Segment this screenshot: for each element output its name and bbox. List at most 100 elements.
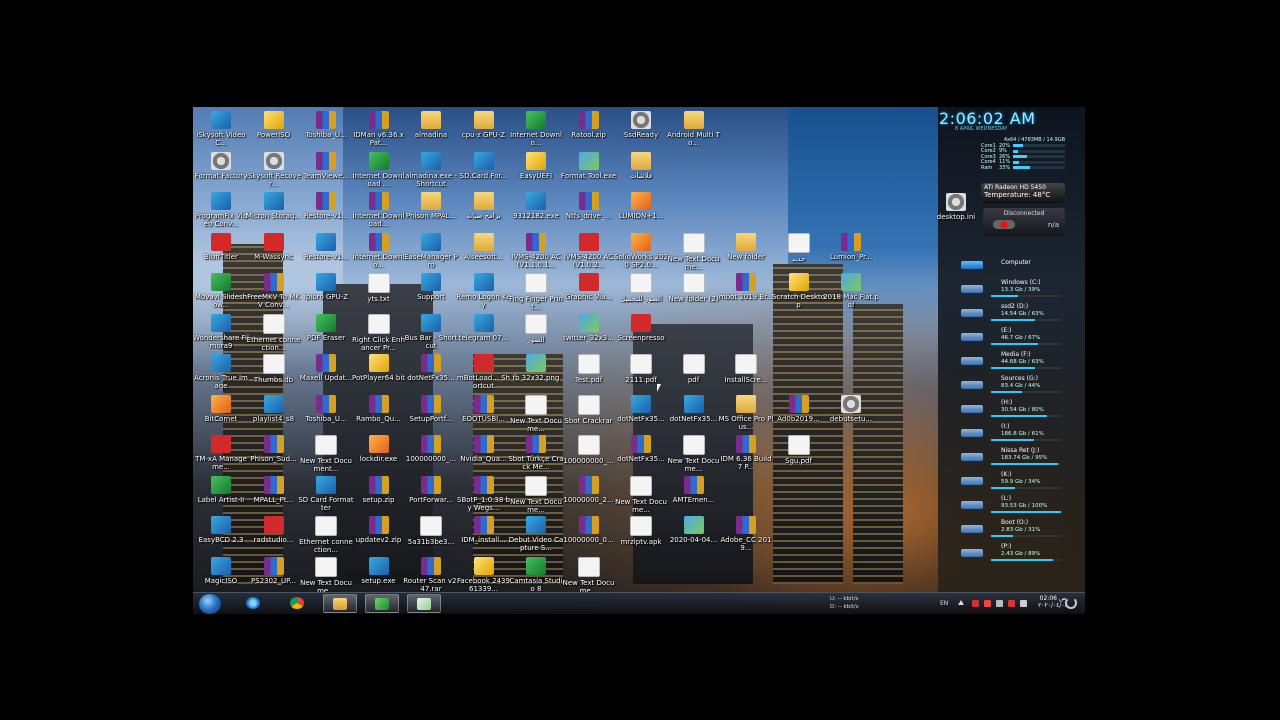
tray-volume-icon[interactable]: [1020, 600, 1027, 607]
drive-item[interactable]: (K:) 59.9 Gb / 34%: [961, 471, 1081, 495]
desktop-icon[interactable]: Internet Downlo...: [351, 232, 407, 277]
desktop-icon[interactable]: Aiseesoft...: [456, 232, 512, 277]
desktop-icon[interactable]: Phison_Sud...: [246, 435, 302, 479]
desktop-icon[interactable]: New Text Docume...: [666, 435, 722, 479]
desktop-icon[interactable]: Sbot Türkçe Crack Me...: [508, 435, 564, 479]
taskbar-explorer-button[interactable]: [323, 594, 357, 613]
desktop-icon[interactable]: Thumbs.db: [246, 354, 302, 398]
tray-network-icon[interactable]: [996, 600, 1003, 607]
desktop-icon[interactable]: جديد: [771, 232, 827, 277]
desktop-icon[interactable]: fb 32x32.png: [508, 354, 564, 398]
desktop-icon[interactable]: MPALL_Pt...: [246, 475, 302, 520]
desktop-icon[interactable]: IDM_install...: [456, 516, 512, 560]
computer-item[interactable]: Computer: [961, 255, 1081, 279]
desktop-icon[interactable]: cpu-z GPU-Z: [456, 111, 512, 155]
language-indicator[interactable]: EN: [940, 600, 948, 607]
desktop-icon[interactable]: IDM 6.36 Build 7 P...: [718, 435, 774, 479]
desktop-icon[interactable]: 10000000_0...: [561, 516, 617, 560]
desktop-icon[interactable]: الصور: [508, 313, 564, 358]
desktop-icon[interactable]: Nvidia_Qua...: [456, 435, 512, 479]
desktop-icon[interactable]: iVMS-4200 AC(V1.0.2...: [561, 232, 617, 277]
desktop-icon[interactable]: Micron Storag...: [246, 192, 302, 236]
desktop-icon[interactable]: almadina.exe - Shortcut: [403, 151, 459, 196]
tray-app-icon[interactable]: [984, 600, 991, 607]
desktop-icon[interactable]: Format Factory: [193, 151, 249, 196]
desktop-icon[interactable]: BitComet: [193, 394, 249, 439]
desktop-icon[interactable]: Movavi Slideshow...: [193, 273, 249, 317]
drive-item[interactable]: (P:) 2.43 Gb / 89%: [961, 543, 1081, 567]
desktop-icon[interactable]: New folder (2): [666, 273, 722, 317]
desktop-icon[interactable]: Maxell Updat...: [298, 354, 354, 398]
desktop-icon[interactable]: 10000000_2...: [561, 475, 617, 520]
desktop-icon[interactable]: MS Office Pro Plus...: [718, 394, 774, 439]
desktop-icon[interactable]: 5a31b3be3...: [403, 516, 459, 560]
desktop-icon[interactable]: dotNetFx35...: [613, 435, 669, 479]
desktop-icon[interactable]: setup.zip: [351, 475, 407, 520]
desktop-icon[interactable]: 100000000_...: [403, 435, 459, 479]
desktop-icon[interactable]: Sgu.pdf: [771, 435, 827, 479]
desktop-icon[interactable]: PortForwar...: [403, 475, 459, 520]
desktop-icon[interactable]: Android Multi To...: [666, 111, 722, 155]
desktop-icon[interactable]: IDMan v6.36.x Pat...: [351, 111, 407, 155]
desktop-icon[interactable]: playlist4_s8: [246, 394, 302, 439]
tray-clock[interactable]: 02:06 ص ٢٠٢٠/٠٤/٠٨: [1038, 595, 1068, 609]
desktop-icon[interactable]: Toshiba_U...: [298, 394, 354, 439]
desktop-icon[interactable]: dotNetFx35...: [403, 354, 459, 398]
desktop-icon[interactable]: Internet Download ...: [351, 151, 407, 196]
power-icon[interactable]: [1065, 597, 1077, 609]
desktop-icon[interactable]: TeamViewe...: [298, 151, 354, 196]
desktop-icon[interactable]: SetupPortf...: [403, 394, 459, 439]
tray-arrow-icon[interactable]: [958, 600, 964, 605]
drive-item[interactable]: (H:) 30.54 Gb / 80%: [961, 399, 1081, 423]
desktop-icon[interactable]: Right Click Enhancer Pr...: [351, 313, 407, 358]
desktop-icon[interactable]: New Text Docume...: [666, 232, 722, 277]
desktop-icon[interactable]: almadina: [403, 111, 459, 155]
desktop-icon[interactable]: الصور للتحميل: [613, 273, 669, 317]
desktop-icon[interactable]: mrzlptv.apk: [613, 516, 669, 560]
desktop-icon[interactable]: updatev2.zip: [351, 516, 407, 560]
desktop-icon[interactable]: برامج صيانة: [456, 192, 512, 236]
desktop-icon[interactable]: Test.pdf: [561, 354, 617, 398]
desktop-icon[interactable]: debutsetu...: [823, 394, 879, 439]
desktop-icon[interactable]: New Text Docume...: [508, 394, 564, 439]
desktop-icon[interactable]: AMTEmen...: [666, 475, 722, 520]
desktop-icon[interactable]: FreeMKV To MKV Conv...: [246, 273, 302, 317]
drive-item[interactable]: (E:) 46.7 Gb / 67%: [961, 327, 1081, 351]
desktop-ini-file[interactable]: desktop.ini: [928, 193, 984, 237]
desktop-icon[interactable]: 2020-04-04...: [666, 516, 722, 560]
desktop-icon[interactable]: Scratch Desktop: [771, 273, 827, 317]
drive-item[interactable]: Sources (G:) 83.4 Gb / 44%: [961, 375, 1081, 399]
taskbar-chrome-button[interactable]: [281, 594, 315, 613]
drive-item[interactable]: Media (F:) 44.68 Gb / 63%: [961, 351, 1081, 375]
drive-item[interactable]: (I:) 186.8 Gb / 61%: [961, 423, 1081, 447]
desktop-icon[interactable]: Support: [403, 273, 459, 317]
desktop-icon[interactable]: SD.Card.For...: [456, 151, 512, 196]
desktop-icon[interactable]: Lumion_Pr...: [823, 232, 879, 277]
desktop-icon[interactable]: New Text Docume...: [508, 475, 564, 520]
desktop-icon[interactable]: Rambo_Qu...: [351, 394, 407, 439]
desktop-icon[interactable]: Ethernet connection...: [298, 516, 354, 560]
desktop-icon[interactable]: Restore-v1...: [298, 192, 354, 236]
desktop-icon[interactable]: Internet Downlo...: [508, 111, 564, 155]
desktop-icon[interactable]: LUMION+1...: [613, 192, 669, 236]
drive-item[interactable]: Nissa Ret (J:) 183.74 Gb / 95%: [961, 447, 1081, 471]
desktop-icon[interactable]: M-Wassync: [246, 232, 302, 277]
tray-app-icon[interactable]: [972, 600, 979, 607]
desktop-icon[interactable]: EasyUEFI: [508, 151, 564, 196]
desktop-icon[interactable]: EaseManager Pro: [403, 232, 459, 277]
desktop-icon[interactable]: Debut Video Capture S...: [508, 516, 564, 560]
desktop-icon[interactable]: Toshiba_U...: [298, 111, 354, 155]
desktop-icon[interactable]: Acronis True Image: [193, 354, 249, 398]
desktop-icon[interactable]: New folder: [718, 232, 774, 277]
desktop-icon[interactable]: Restore-v1...: [298, 232, 354, 277]
desktop-icon[interactable]: telegram 07...: [456, 313, 512, 358]
desktop-icon[interactable]: 9312182.exe: [508, 192, 564, 236]
taskbar-camtasia-button[interactable]: [365, 594, 399, 613]
desktop-icon[interactable]: InstallScre...: [718, 354, 774, 398]
desktop-icon[interactable]: radstudio...: [246, 516, 302, 560]
desktop-icon[interactable]: PowerISO: [246, 111, 302, 155]
desktop-icon[interactable]: Bus Bar - Shortcut: [403, 313, 459, 358]
taskbar-ie-button[interactable]: [237, 594, 271, 613]
desktop-icon[interactable]: IVMS-4200 AC(V1.1.0.1...: [508, 232, 564, 277]
desktop-icon[interactable]: ProgramFix Video Conv...: [193, 192, 249, 236]
